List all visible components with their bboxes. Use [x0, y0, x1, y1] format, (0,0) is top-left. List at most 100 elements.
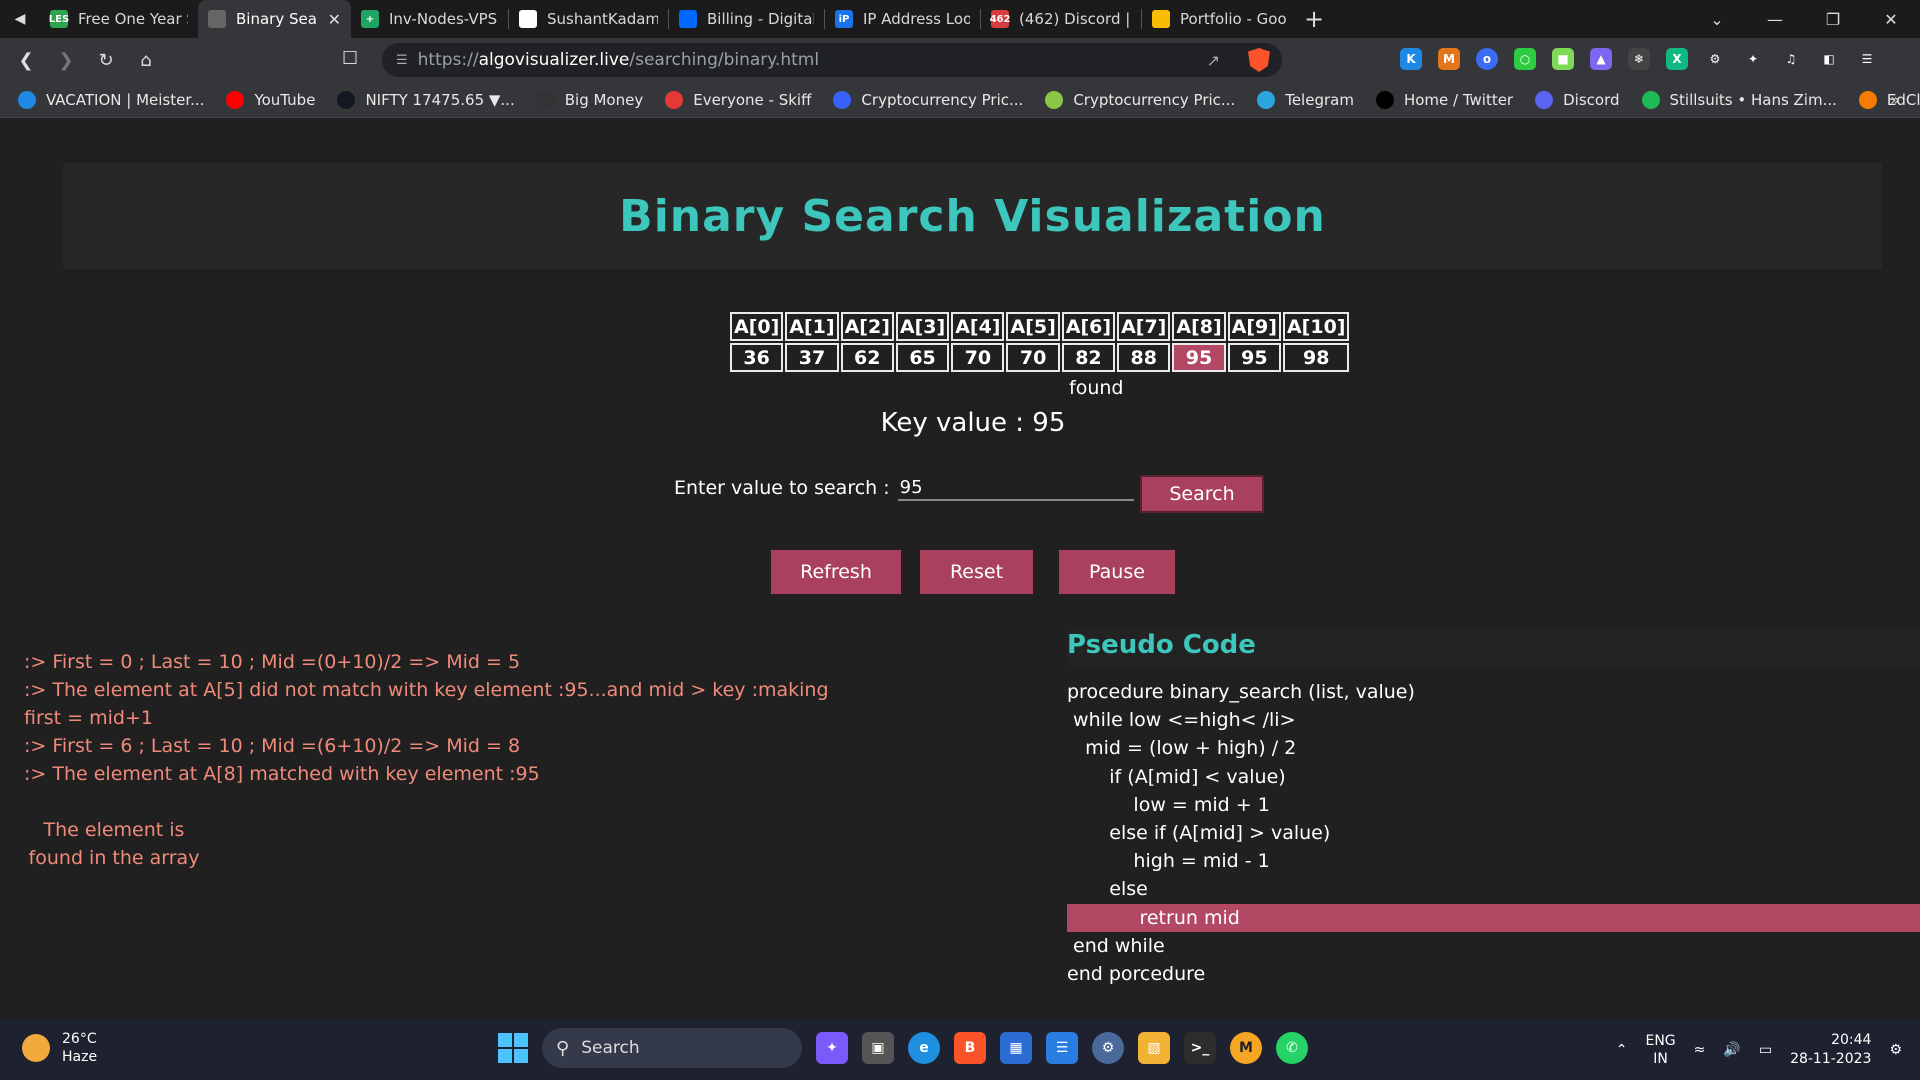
tab-title: (462) Discord | #: [1019, 10, 1131, 28]
back-icon[interactable]: ❮: [6, 38, 46, 82]
array-value-cell: 88: [1117, 343, 1171, 372]
tab[interactable]: 462 (462) Discord | #: [981, 0, 1141, 38]
search-icon: ⚲: [556, 1037, 570, 1059]
bookmark-item[interactable]: Cryptocurrency Pric...: [833, 90, 1023, 109]
tab[interactable]: Billing - DigitalOcean: [669, 0, 824, 38]
snowflake-extension-icon[interactable]: ❄: [1628, 48, 1650, 70]
more-bookmarks-icon[interactable]: »: [1890, 90, 1900, 109]
x-extension-icon[interactable]: X: [1666, 48, 1688, 70]
taskbar: 26°C Haze ⚲ Search ✦ ▣ e B ▦ ☰ ⚙ ▧ >_ M …: [0, 1020, 1920, 1080]
brave-shields-icon[interactable]: [1248, 48, 1270, 72]
extensions-bar: K M o ○ ■ ▲ ❄ X ⚙ ✦ ♫ ◧ ☰: [1400, 48, 1878, 70]
kiwi-extension-icon[interactable]: K: [1400, 48, 1422, 70]
site-info-icon[interactable]: ☰: [396, 53, 408, 68]
bookmark-item[interactable]: Telegram: [1257, 90, 1354, 109]
pause-button[interactable]: Pause: [1059, 550, 1175, 594]
search-input[interactable]: [897, 475, 1134, 501]
wallet-extension-icon[interactable]: o: [1476, 48, 1498, 70]
notepad-icon[interactable]: ☰: [1046, 1032, 1078, 1064]
notification-icon[interactable]: ⚙: [1889, 1041, 1902, 1059]
clock[interactable]: 20:44 28-11-2023: [1790, 1031, 1871, 1069]
bookmark-item[interactable]: Cryptocurrency Pric...: [1045, 90, 1235, 109]
wifi-icon[interactable]: ≈: [1694, 1041, 1706, 1059]
whatsapp-icon[interactable]: ✆: [1276, 1032, 1308, 1064]
result-message: The element is found in the array: [28, 819, 200, 869]
maximize-button[interactable]: ❐: [1804, 10, 1862, 29]
bookmark-item[interactable]: YouTube: [226, 90, 315, 109]
terminal-icon[interactable]: >_: [1184, 1032, 1216, 1064]
reload-icon[interactable]: ↻: [86, 38, 126, 82]
array-index-cell: A[10]: [1282, 312, 1350, 341]
tab-title: Free One Year Shell Ac: [78, 10, 188, 28]
audio-icon[interactable]: ◀: [0, 0, 40, 38]
copilot-icon[interactable]: ✦: [816, 1032, 848, 1064]
search-row: Enter value to search :: [674, 475, 1134, 501]
time: 20:44: [1831, 1032, 1872, 1048]
tab[interactable]: SushantKadam73/por: [509, 0, 668, 38]
temperature: 26°C: [62, 1031, 97, 1047]
media-icon[interactable]: ♫: [1780, 48, 1802, 70]
search-label: Enter value to search :: [674, 477, 890, 499]
bookmark-label: Home / Twitter: [1403, 90, 1514, 109]
metamask-extension-icon[interactable]: M: [1438, 48, 1460, 70]
task-view-icon[interactable]: ▣: [862, 1032, 894, 1064]
start-icon[interactable]: [498, 1033, 528, 1063]
minimize-button[interactable]: —: [1746, 10, 1804, 29]
game-extension-icon[interactable]: ▲: [1590, 48, 1612, 70]
chevron-up-icon[interactable]: ⌃: [1616, 1041, 1628, 1059]
tab[interactable]: Portfolio - Google Dri: [1142, 0, 1296, 38]
array-index-cell: A[9]: [1227, 312, 1281, 341]
edge-icon[interactable]: e: [908, 1032, 940, 1064]
favicon-icon: iP: [835, 10, 853, 28]
tab[interactable]: + Inv-Nodes-VPS - Goo: [351, 0, 508, 38]
address-bar[interactable]: ☰ https://algovisualizer.live/searching/…: [382, 43, 1282, 77]
bookmark-item[interactable]: Big Money: [536, 90, 643, 109]
home-icon[interactable]: ⌂: [126, 38, 166, 82]
app-m-icon[interactable]: M: [1230, 1032, 1262, 1064]
bookmark-item[interactable]: VACATION | Meister...: [18, 90, 204, 109]
bookmark-item[interactable]: Discord: [1535, 90, 1620, 109]
brave-icon[interactable]: B: [954, 1032, 986, 1064]
taskbar-search[interactable]: ⚲ Search: [542, 1028, 802, 1068]
weather-condition: Haze: [62, 1049, 98, 1065]
battery-icon[interactable]: ▭: [1759, 1041, 1772, 1059]
bookmark-icon[interactable]: ☐: [342, 48, 358, 69]
close-window-button[interactable]: ✕: [1862, 10, 1920, 29]
volume-icon[interactable]: 🔊: [1723, 1041, 1740, 1059]
menu-icon[interactable]: ☰: [1856, 48, 1878, 70]
close-tab-icon[interactable]: ✕: [318, 10, 341, 29]
forward-icon[interactable]: ❯: [46, 38, 86, 82]
reset-button[interactable]: Reset: [920, 550, 1033, 594]
array-value-cell: 95: [1227, 343, 1281, 372]
bookmark-favicon-icon: [665, 90, 684, 109]
tab-list-icon[interactable]: ⌄: [1688, 10, 1746, 29]
array-index-cell: A[7]: [1117, 312, 1171, 341]
system-tray: ⌃ ENG IN ≈ 🔊 ▭ 20:44 28-11-2023 ⚙: [1616, 1020, 1920, 1080]
tab[interactable]: Binary Search✕: [198, 0, 351, 38]
leo-ai-icon[interactable]: ✦: [1742, 48, 1764, 70]
file-explorer-icon[interactable]: ▧: [1138, 1032, 1170, 1064]
puzzle-extensions-icon[interactable]: ⚙: [1704, 48, 1726, 70]
language-indicator[interactable]: ENG IN: [1645, 1032, 1675, 1068]
share-icon[interactable]: ↗: [1207, 51, 1220, 70]
bookmark-item[interactable]: NIFTY 17475.65 ▼...: [337, 90, 515, 109]
store-icon[interactable]: ▦: [1000, 1032, 1032, 1064]
pseudo-code-line: low = mid + 1: [1067, 793, 1270, 816]
refresh-button[interactable]: Refresh: [771, 550, 901, 594]
bookmark-item[interactable]: Stillsuits • Hans Zim...: [1641, 90, 1837, 109]
android-extension-icon[interactable]: ■: [1552, 48, 1574, 70]
tab[interactable]: iP IP Address Lookup | G: [825, 0, 980, 38]
found-label: found: [1069, 377, 1124, 399]
new-tab-button[interactable]: +: [1296, 0, 1332, 38]
tab[interactable]: LES Free One Year Shell Ac: [40, 0, 198, 38]
weather-widget[interactable]: 26°C Haze: [22, 1030, 97, 1066]
settings-icon[interactable]: ⚙: [1092, 1032, 1124, 1064]
array-value-cell: 82: [1061, 343, 1116, 372]
pseudo-code-line-active: retrun mid: [1067, 903, 1920, 932]
bookmark-item[interactable]: Everyone - Skiff: [665, 90, 811, 109]
search-button[interactable]: Search: [1140, 475, 1264, 513]
green-extension-icon[interactable]: ○: [1514, 48, 1536, 70]
url-host: algovisualizer.live: [478, 50, 630, 70]
sidebar-icon[interactable]: ◧: [1818, 48, 1840, 70]
bookmark-item[interactable]: Home / Twitter: [1375, 90, 1514, 109]
